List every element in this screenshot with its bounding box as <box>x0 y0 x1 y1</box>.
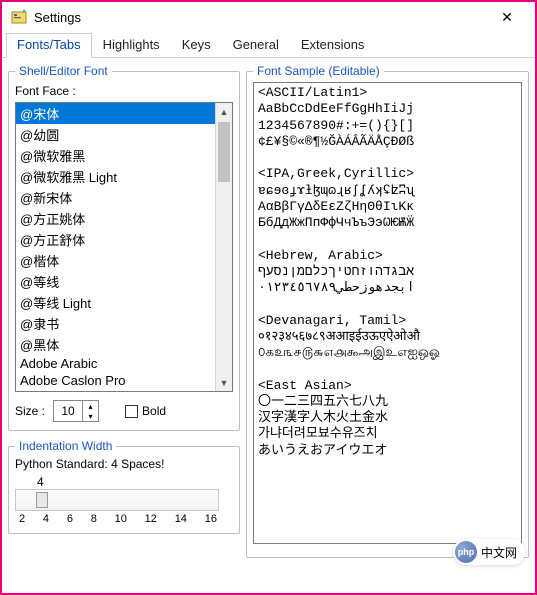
tab-fonts[interactable]: Fonts/Tabs <box>6 33 92 58</box>
scrollbar[interactable]: ▲ ▼ <box>215 103 232 391</box>
titlebar: Settings ✕ <box>2 2 535 32</box>
app-icon <box>10 8 28 26</box>
chevron-up-icon[interactable]: ▴ <box>83 401 98 411</box>
scroll-up-icon[interactable]: ▲ <box>216 103 232 120</box>
font-panel: Shell/Editor Font Font Face : @宋体 @幼圆 @微… <box>8 64 240 431</box>
indent-value: 4 <box>15 475 219 489</box>
list-item[interactable]: @新宋体 <box>16 187 215 208</box>
indent-label: Python Standard: 4 Spaces! <box>15 457 233 471</box>
size-spinner[interactable]: ▴ ▾ <box>53 400 99 422</box>
size-input[interactable] <box>54 401 82 421</box>
font-face-label: Font Face : <box>15 84 233 98</box>
list-item[interactable]: Adobe Caslon Pro <box>16 372 215 389</box>
sample-panel-legend: Font Sample (Editable) <box>253 64 384 78</box>
tab-keys[interactable]: Keys <box>171 33 222 58</box>
font-sample-textarea[interactable] <box>253 82 522 544</box>
indent-panel: Indentation Width Python Standard: 4 Spa… <box>8 439 240 534</box>
watermark-text: 中文网 <box>481 544 517 561</box>
close-button[interactable]: ✕ <box>487 9 527 26</box>
list-item[interactable]: @隶书 <box>16 313 215 334</box>
sample-panel: Font Sample (Editable) <box>246 64 529 558</box>
list-item[interactable]: @方正姚体 <box>16 208 215 229</box>
list-item[interactable]: @微软雅黑 <box>16 145 215 166</box>
list-item[interactable]: @等线 <box>16 271 215 292</box>
list-item[interactable]: Adobe Arabic <box>16 355 215 372</box>
font-panel-legend: Shell/Editor Font <box>15 64 112 78</box>
list-item[interactable]: @黑体 <box>16 334 215 355</box>
tab-bar: Fonts/Tabs Highlights Keys General Exten… <box>2 32 535 58</box>
scroll-thumb[interactable] <box>218 122 230 182</box>
indent-panel-legend: Indentation Width <box>15 439 116 453</box>
bold-checkbox[interactable]: Bold <box>125 404 166 418</box>
list-item[interactable]: @方正舒体 <box>16 229 215 250</box>
list-item[interactable]: @微软雅黑 Light <box>16 166 215 187</box>
chevron-down-icon[interactable]: ▾ <box>83 411 98 421</box>
font-listbox[interactable]: @宋体 @幼圆 @微软雅黑 @微软雅黑 Light @新宋体 @方正姚体 @方正… <box>16 103 215 391</box>
list-item[interactable]: @楷体 <box>16 250 215 271</box>
slider-knob[interactable] <box>36 492 48 508</box>
tab-extensions[interactable]: Extensions <box>290 33 376 58</box>
window-title: Settings <box>34 10 487 25</box>
list-item[interactable]: @幼圆 <box>16 124 215 145</box>
scroll-down-icon[interactable]: ▼ <box>216 374 232 391</box>
size-label: Size : <box>15 404 45 418</box>
checkbox-box[interactable] <box>125 405 138 418</box>
list-item[interactable]: @等线 Light <box>16 292 215 313</box>
tab-general[interactable]: General <box>222 33 290 58</box>
list-item[interactable]: @宋体 <box>16 103 215 124</box>
slider-ticks: 2 4 6 8 10 12 14 16 <box>15 511 219 525</box>
bold-label: Bold <box>142 404 166 418</box>
tab-highlights[interactable]: Highlights <box>92 33 171 58</box>
watermark-badge: php 中文网 <box>453 539 525 565</box>
indent-slider[interactable] <box>15 489 219 511</box>
php-logo-icon: php <box>455 541 477 563</box>
list-item[interactable]: Adobe Caslon Pro Bold <box>16 389 215 391</box>
